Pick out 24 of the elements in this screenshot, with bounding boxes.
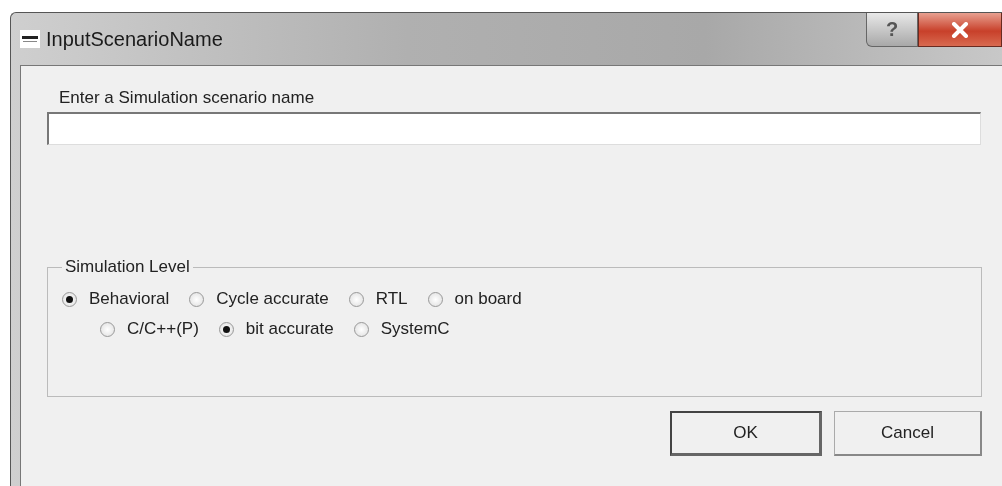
option-label: on board [454, 289, 522, 309]
radio-button[interactable] [353, 321, 369, 337]
scenario-name-field[interactable] [47, 112, 981, 145]
option-label: C/C++(P) [127, 319, 199, 339]
option-label: Behavioral [89, 289, 170, 309]
option-label: bit accurate [245, 319, 334, 339]
ok-button[interactable]: OK [670, 411, 822, 456]
option-label: RTL [375, 289, 408, 309]
radio-button[interactable] [427, 291, 443, 307]
close-icon [951, 21, 969, 38]
window-title: InputScenarioName [46, 27, 223, 51]
group-title: Simulation Level [64, 257, 191, 277]
option-label: Cycle accurate [216, 289, 329, 309]
radio-button[interactable] [189, 291, 205, 307]
help-button[interactable]: ? [866, 13, 918, 47]
radio-button[interactable] [100, 321, 115, 337]
close-button[interactable] [918, 13, 1002, 47]
radio-button[interactable] [62, 291, 77, 307]
app-logo-icon [20, 30, 40, 48]
radio-button[interactable] [348, 291, 364, 307]
option-label: SystemC [380, 319, 450, 339]
field-label: Enter a Simulation scenario name [59, 88, 316, 108]
radio-button[interactable] [218, 321, 234, 337]
cancel-button[interactable]: Cancel [834, 411, 982, 456]
